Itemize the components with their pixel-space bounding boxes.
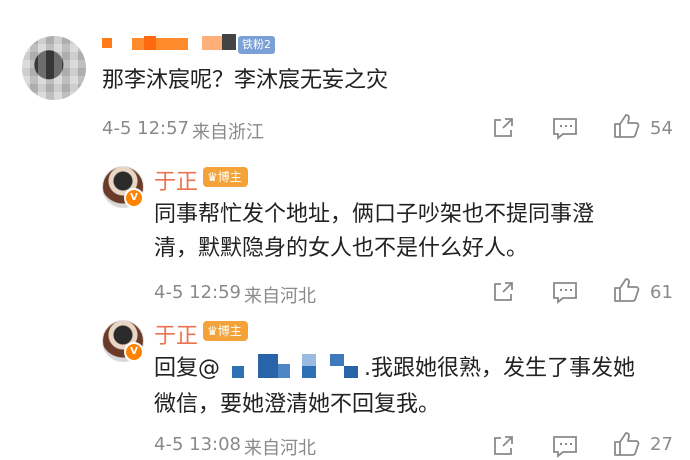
comment-date: 4-5 12:57 — [102, 118, 189, 139]
like-count: 54 — [650, 118, 673, 139]
crown-icon: ♛ — [207, 170, 218, 184]
comment-location: 来自河北 — [244, 286, 316, 307]
comment-location: 来自河北 — [244, 438, 316, 459]
comment-icon[interactable] — [552, 280, 578, 304]
comment-text: 那李沐宸呢？李沐宸无妄之灾 — [102, 68, 389, 93]
verified-icon: V — [124, 342, 144, 362]
comment-date: 4-5 12:59 — [154, 282, 241, 303]
crown-icon: ♛ — [207, 324, 218, 338]
like-icon[interactable] — [612, 430, 640, 458]
share-icon[interactable] — [491, 434, 515, 458]
share-icon[interactable] — [491, 280, 515, 304]
blogger-badge: ♛博主 — [203, 321, 248, 341]
comment-text-line1: 同事帮忙发个地址，俩口子吵架也不提同事澄 — [154, 202, 595, 227]
verified-icon: V — [124, 188, 144, 208]
commenter-name[interactable]: 于正 — [154, 164, 198, 196]
commenter-avatar[interactable] — [22, 36, 86, 100]
like-icon[interactable] — [612, 276, 640, 304]
comment-date: 4-5 13:08 — [154, 434, 241, 455]
reply-prefix: 回复@ — [154, 356, 221, 381]
like-count: 27 — [650, 434, 673, 455]
like-count: 61 — [650, 282, 673, 303]
comment-icon[interactable] — [552, 434, 578, 458]
comment-text-line2: 清，默默隐身的女人也不是什么好人。 — [154, 236, 529, 261]
comment-text-line1: .我跟她很熟，发生了事发她 — [364, 356, 635, 381]
fan-level-badge: 铁粉2 — [238, 36, 275, 54]
comment-icon[interactable] — [552, 116, 578, 140]
comment-location: 来自浙江 — [192, 122, 264, 143]
share-icon[interactable] — [491, 116, 515, 140]
commenter-name[interactable]: 于正 — [154, 318, 198, 350]
like-icon[interactable] — [612, 112, 640, 140]
comment-text-line2: 微信，要她澄清她不回复我。 — [154, 392, 441, 417]
blogger-badge: ♛博主 — [203, 167, 248, 187]
